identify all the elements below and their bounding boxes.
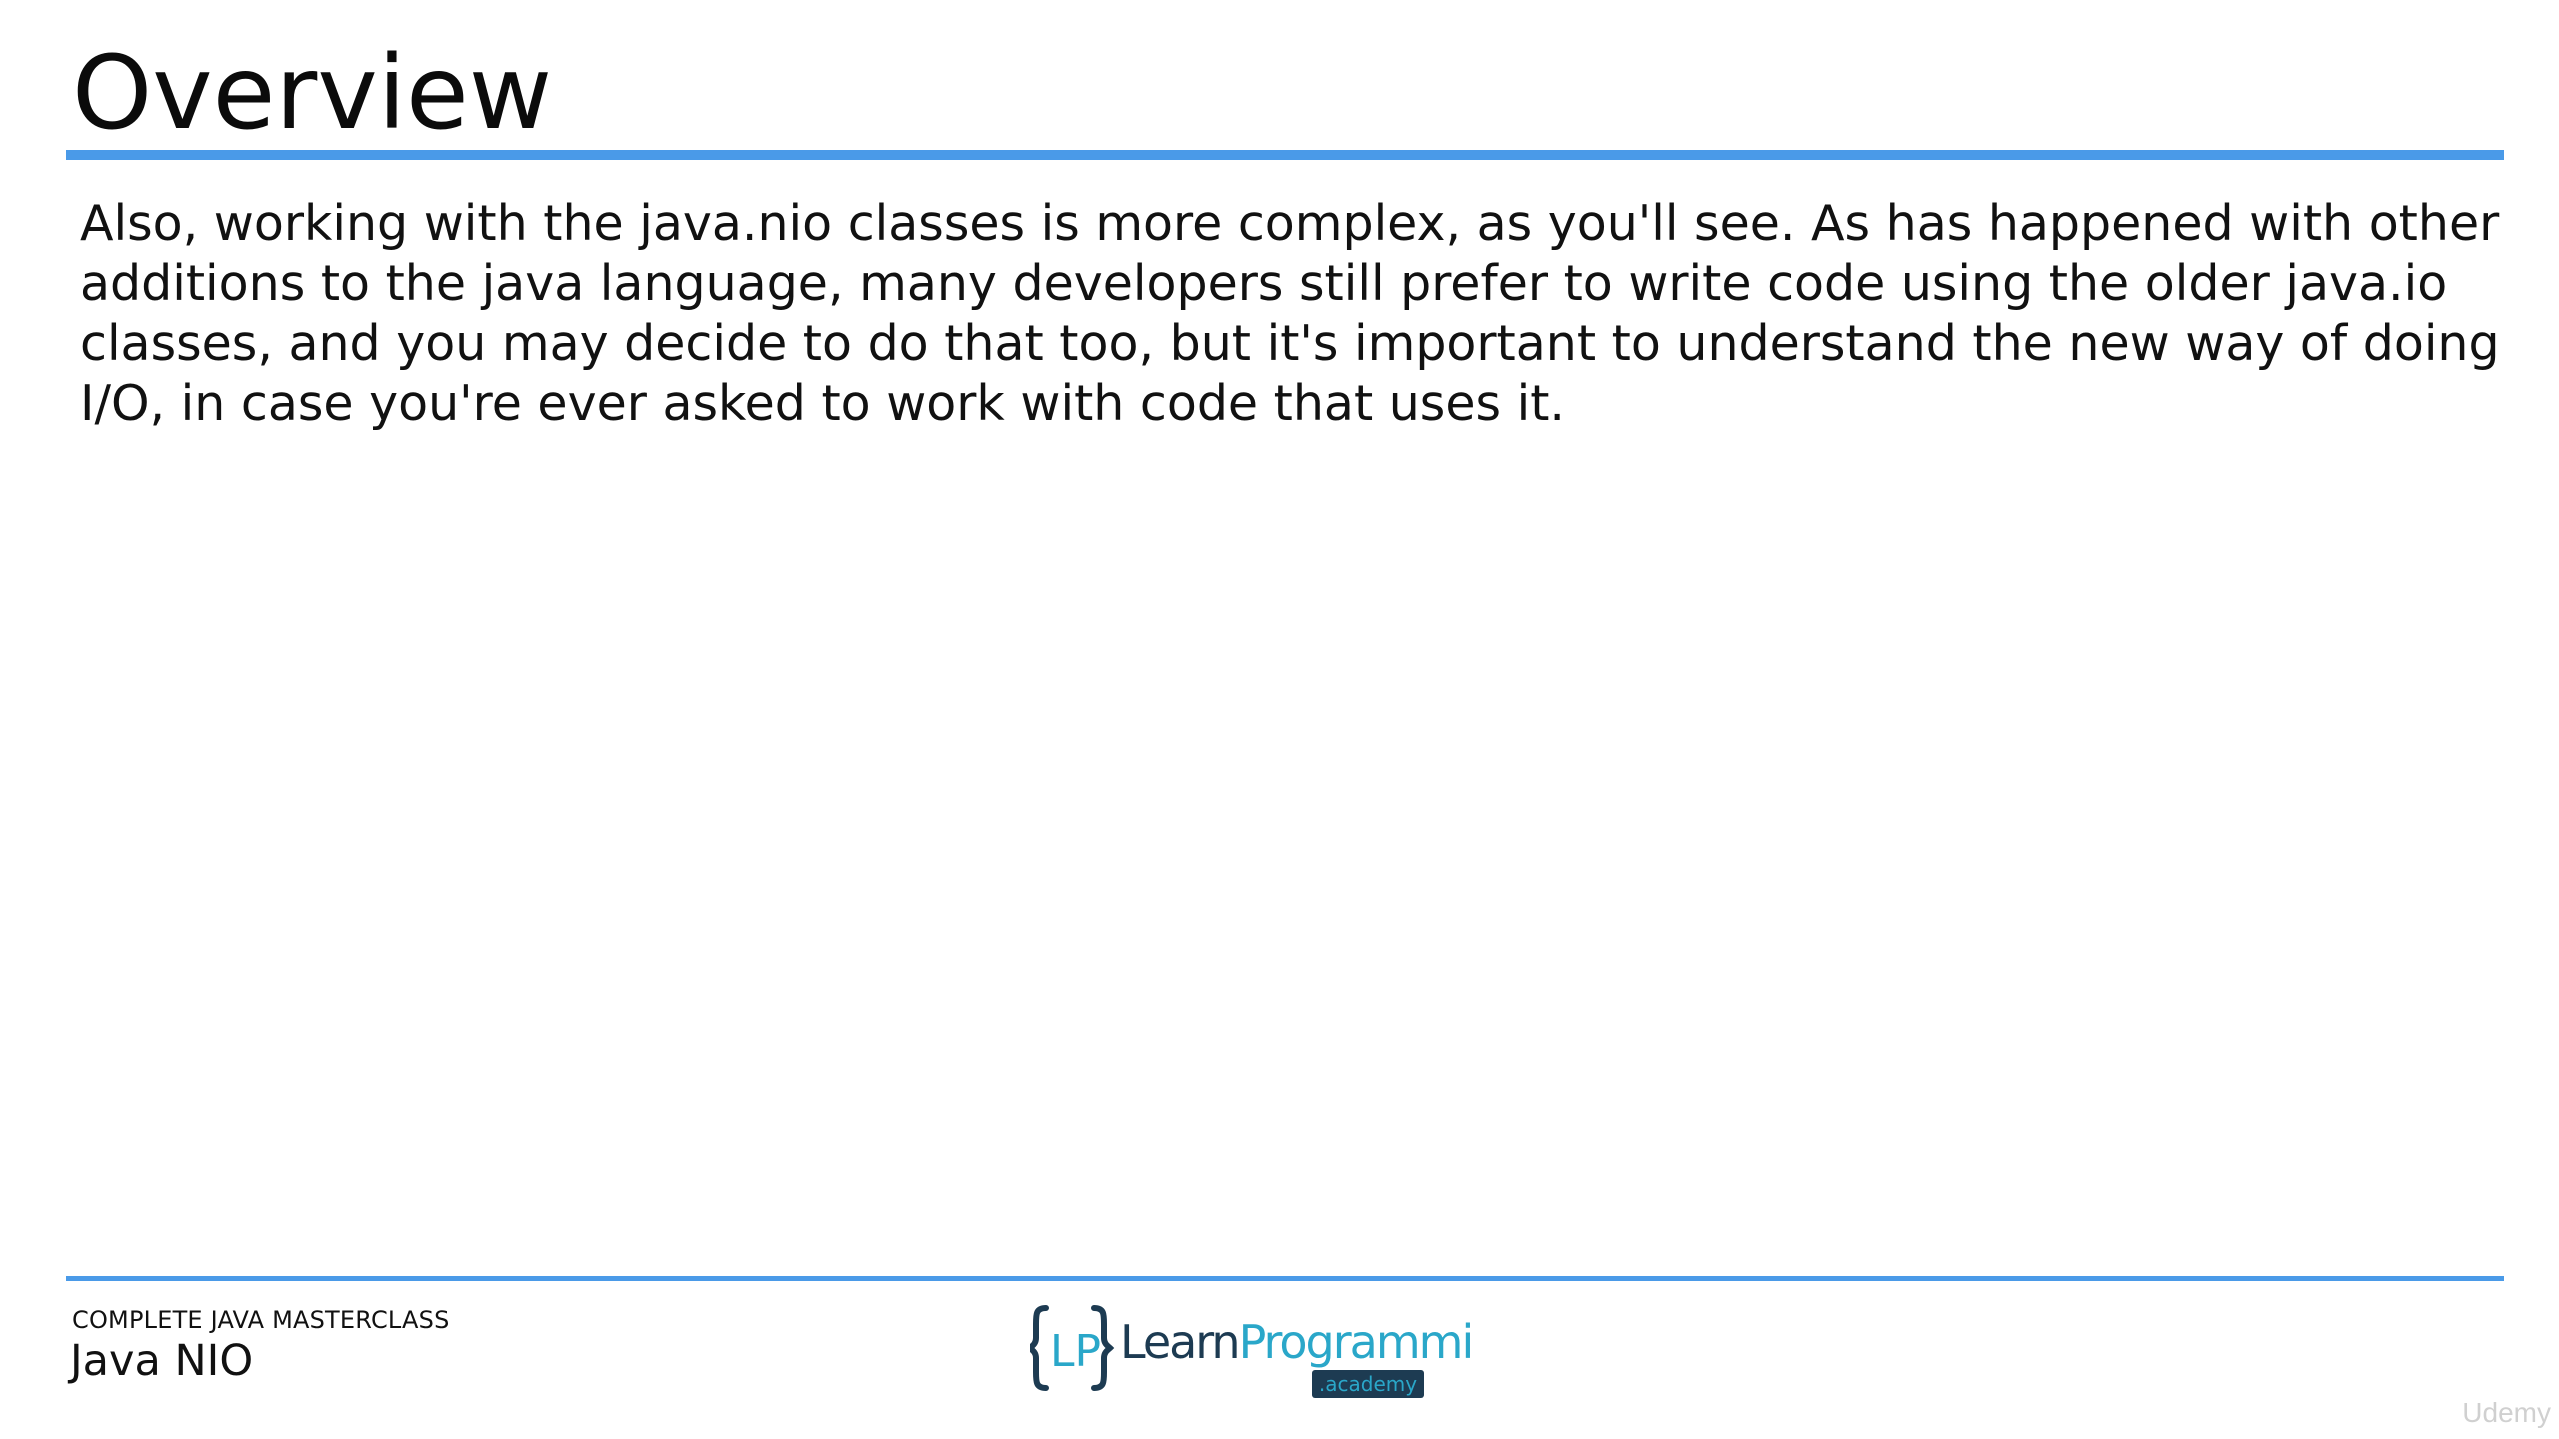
footer-topic: Java NIO xyxy=(70,1336,254,1386)
slide-body-text: Also, working with the java.nio classes … xyxy=(80,195,2500,432)
learnprogramming-logo: LP LearnProgramming .academy xyxy=(1030,1300,1470,1400)
footer-divider xyxy=(66,1276,2504,1281)
logo-learn-text: Learn xyxy=(1120,1315,1239,1369)
left-brace-icon xyxy=(1030,1305,1049,1391)
footer-course-name: COMPLETE JAVA MASTERCLASS xyxy=(72,1306,450,1334)
logo-programming-text: Programming xyxy=(1239,1315,1470,1369)
logo-mark: LP xyxy=(1050,1326,1101,1377)
slide-title: Overview xyxy=(72,34,553,153)
svg-text:LearnProgramming: LearnProgramming xyxy=(1120,1315,1470,1369)
logo-academy-text: .academy xyxy=(1319,1372,1417,1396)
udemy-watermark: Udemy xyxy=(2462,1397,2551,1428)
title-divider xyxy=(66,150,2504,160)
